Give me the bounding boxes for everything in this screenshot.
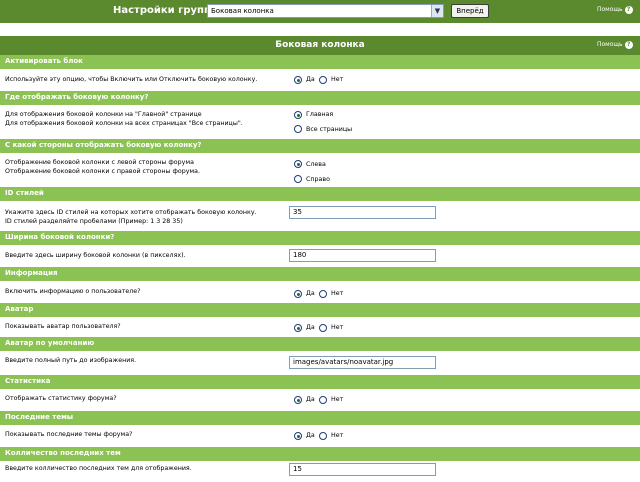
radio-label: Да xyxy=(306,76,315,83)
style-ids-input[interactable]: 35 xyxy=(289,206,436,219)
section-avatar-header: Аватар xyxy=(0,303,640,317)
recent-count-input[interactable]: 15 xyxy=(289,463,436,476)
section-title: Информация xyxy=(5,269,58,277)
help-label: Помощь xyxy=(597,41,623,48)
section-title: Аватар по умолчанию xyxy=(5,339,95,347)
help-icon[interactable]: ? xyxy=(624,6,633,14)
section-default-avatar-header: Аватар по умолчанию xyxy=(0,337,640,351)
radio-label: Да xyxy=(306,290,315,297)
section-stats-row: Отображать статистику форума? Да Нет xyxy=(0,389,640,411)
group-select-value: Боковая колонка xyxy=(211,7,274,15)
section-width-row: Введите здесь ширину боковой колонки (в … xyxy=(0,245,640,267)
radio-label: Нет xyxy=(331,396,344,403)
setting-description: Для отображения боковой колонки на "Глав… xyxy=(5,111,202,118)
setting-description: ID стилей разделяйте пробелами (Пример: … xyxy=(5,218,183,225)
radio-label: Да xyxy=(306,432,315,439)
setting-description: Отображение боковой колонки с правой сто… xyxy=(5,168,201,175)
side-right-radio[interactable] xyxy=(294,175,302,183)
section-title: Статистика xyxy=(5,377,51,385)
setting-description: Включить информацию о пользователе? xyxy=(5,288,141,295)
section-where-row: Для отображения боковой колонки на "Глав… xyxy=(0,105,640,139)
where-main-radio[interactable] xyxy=(294,111,302,119)
setting-description: Показывать аватар пользователя? xyxy=(5,323,121,330)
stats-no-radio[interactable] xyxy=(319,396,327,404)
help-icon[interactable]: ? xyxy=(624,41,633,49)
help-link-top[interactable]: Помощь? xyxy=(597,6,633,14)
section-activate-header: Активировать блок xyxy=(0,55,640,69)
info-no-radio[interactable] xyxy=(319,290,327,298)
radio-label: Все страницы xyxy=(306,126,353,133)
avatar-no-radio[interactable] xyxy=(319,324,327,332)
setting-description: Введите здесь ширину боковой колонки (в … xyxy=(5,252,186,259)
section-recent-row: Показывать последние темы форума? Да Нет xyxy=(0,425,640,447)
panel-title: Боковая колонка xyxy=(275,40,365,50)
setting-description: Используйте эту опцию, чтобы Включить ил… xyxy=(5,76,258,83)
section-title: Колличество последних тем xyxy=(5,449,121,457)
next-button[interactable]: Вперёд xyxy=(451,4,489,18)
recent-no-radio[interactable] xyxy=(319,432,327,440)
section-activate-row: Используйте эту опцию, чтобы Включить ил… xyxy=(0,69,640,91)
width-input[interactable]: 180 xyxy=(289,249,436,262)
info-yes-radio[interactable] xyxy=(294,290,302,298)
section-side-row: Отображение боковой колонки с левой стор… xyxy=(0,153,640,187)
setting-description: Отображать статистику форума? xyxy=(5,395,117,402)
radio-label: Нет xyxy=(331,290,344,297)
radio-label: Слева xyxy=(306,161,326,168)
where-all-radio[interactable] xyxy=(294,125,302,133)
section-recent-count-header: Колличество последних тем xyxy=(0,447,640,461)
radio-label: Да xyxy=(306,324,315,331)
section-title: Активировать блок xyxy=(5,57,83,65)
section-style-ids-row: Укажите здесь ID стилей на которых хотит… xyxy=(0,201,640,231)
recent-yes-radio[interactable] xyxy=(294,432,302,440)
setting-description: Для отображения боковой колонки на всех … xyxy=(5,120,243,127)
stats-yes-radio[interactable] xyxy=(294,396,302,404)
section-title: Последние темы xyxy=(5,413,74,421)
group-select[interactable]: Боковая колонка ▼ xyxy=(207,4,444,18)
help-label: Помощь xyxy=(597,6,623,13)
activate-no-radio[interactable] xyxy=(319,76,327,84)
radio-label: Да xyxy=(306,396,315,403)
default-avatar-path-input[interactable]: images/avatars/noavatar.jpg xyxy=(289,356,436,369)
radio-label: Справо xyxy=(306,176,330,183)
radio-label: Нет xyxy=(331,76,344,83)
section-title: Где отображать боковую колонку? xyxy=(5,93,149,101)
setting-description: Введите полный путь до изображения. xyxy=(5,357,137,364)
help-link-panel[interactable]: Помощь? xyxy=(597,41,633,49)
section-side-header: С какой стороны отображать боковую колон… xyxy=(0,139,640,153)
section-info-row: Включить информацию о пользователе? Да Н… xyxy=(0,281,640,303)
panel-header: Боковая колонка Помощь? xyxy=(0,36,640,55)
setting-description: Укажите здесь ID стилей на которых хотит… xyxy=(5,209,257,216)
section-default-avatar-row: Введите полный путь до изображения. imag… xyxy=(0,351,640,375)
setting-description: Показывать последние темы форума? xyxy=(5,431,133,438)
group-settings-title: Настройки группы xyxy=(113,5,220,16)
section-avatar-row: Показывать аватар пользователя? Да Нет xyxy=(0,317,640,337)
section-info-header: Информация xyxy=(0,267,640,281)
radio-label: Главная xyxy=(306,111,334,118)
radio-label: Нет xyxy=(331,432,344,439)
section-title: ID стилей xyxy=(5,189,44,197)
section-recent-count-row: Введите колличество последних тем для от… xyxy=(0,461,640,482)
setting-description: Введите колличество последних тем для от… xyxy=(5,465,192,472)
section-stats-header: Статистика xyxy=(0,375,640,389)
section-title: С какой стороны отображать боковую колон… xyxy=(5,141,202,149)
side-left-radio[interactable] xyxy=(294,160,302,168)
chevron-down-icon[interactable]: ▼ xyxy=(431,5,443,17)
avatar-yes-radio[interactable] xyxy=(294,324,302,332)
radio-label: Нет xyxy=(331,324,344,331)
activate-yes-radio[interactable] xyxy=(294,76,302,84)
section-width-header: Ширина боковой колонки? xyxy=(0,231,640,245)
section-title: Ширина боковой колонки? xyxy=(5,233,115,241)
section-recent-header: Последние темы xyxy=(0,411,640,425)
section-title: Аватар xyxy=(5,305,34,313)
section-style-ids-header: ID стилей xyxy=(0,187,640,201)
setting-description: Отображение боковой колонки с левой стор… xyxy=(5,159,194,166)
top-toolbar: Настройки группы Боковая колонка ▼ Вперё… xyxy=(0,0,640,23)
section-where-header: Где отображать боковую колонку? xyxy=(0,91,640,105)
